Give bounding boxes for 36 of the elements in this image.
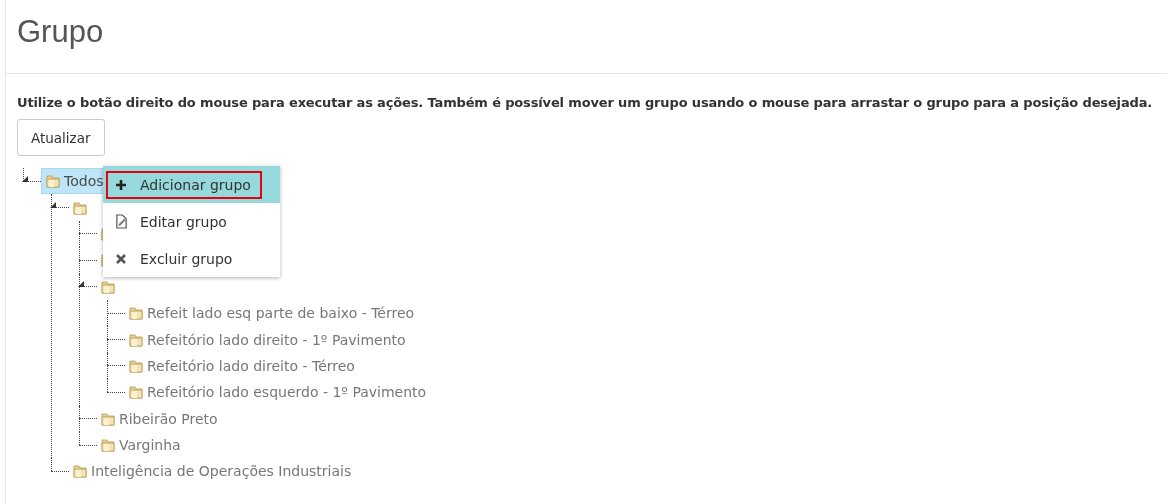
tree-row[interactable]: Ribeirão Preto: [79, 405, 1167, 432]
folder-icon: [72, 463, 88, 480]
tree-row[interactable]: Refeitório lado esquerdo - 1º Pavimento: [107, 379, 1167, 406]
folder-icon: [100, 437, 116, 454]
collapse-toggle[interactable]: [50, 202, 56, 209]
edit-icon: [114, 214, 128, 229]
menu-item[interactable]: Adicionar grupo: [106, 170, 262, 199]
refresh-button[interactable]: Atualizar: [17, 119, 105, 156]
menu-item[interactable]: Editar grupo: [106, 207, 262, 236]
page-title: Grupo: [17, 13, 105, 51]
folder-icon: [45, 173, 61, 190]
folder-icon: [128, 357, 144, 374]
collapse-toggle[interactable]: [22, 175, 28, 182]
tree-item[interactable]: Refeitório lado direito - Térreo: [125, 353, 358, 378]
folder-icon: [100, 410, 116, 427]
folder-icon: [72, 199, 88, 216]
tree-row[interactable]: Inteligência de Operações Industriais: [51, 458, 1167, 485]
collapse-toggle[interactable]: [78, 281, 84, 288]
folder-icon: [128, 331, 144, 348]
folder-icon: [100, 278, 116, 295]
tree-item[interactable]: Refeitório lado esquerdo - 1º Pavimento: [125, 380, 430, 405]
tree-item[interactable]: Varginha: [97, 433, 184, 458]
close-icon: [114, 252, 128, 265]
plus-icon: [114, 178, 128, 191]
folder-icon: [128, 384, 144, 401]
tree-item[interactable]: Refeit lado esq parte de baixo - Térreo: [125, 301, 418, 326]
instructions-text: Utilize o botão direito do mouse para executar as ações. Também é possível mover um grupo usando o mouse para arrastar o grupo para a posição desejada.: [17, 95, 1154, 110]
tree-row[interactable]: Refeitório lado direito - 1º Pavimento: [107, 326, 1167, 353]
tree-item[interactable]: Ribeirão Preto: [97, 406, 221, 431]
tree-row[interactable]: Varginha: [79, 431, 1167, 459]
tree-item[interactable]: Inteligência de Operações Industriais: [69, 459, 355, 484]
tree-item[interactable]: Refeitório lado direito - 1º Pavimento: [125, 327, 409, 352]
menu-item[interactable]: Excluir grupo: [106, 244, 262, 273]
tree-row[interactable]: Refeit lado esq parte de baixo - Térreo: [107, 299, 1167, 327]
folder-icon: [128, 305, 144, 322]
tree-row[interactable]: Refeitório lado direito - Térreo: [107, 352, 1167, 380]
